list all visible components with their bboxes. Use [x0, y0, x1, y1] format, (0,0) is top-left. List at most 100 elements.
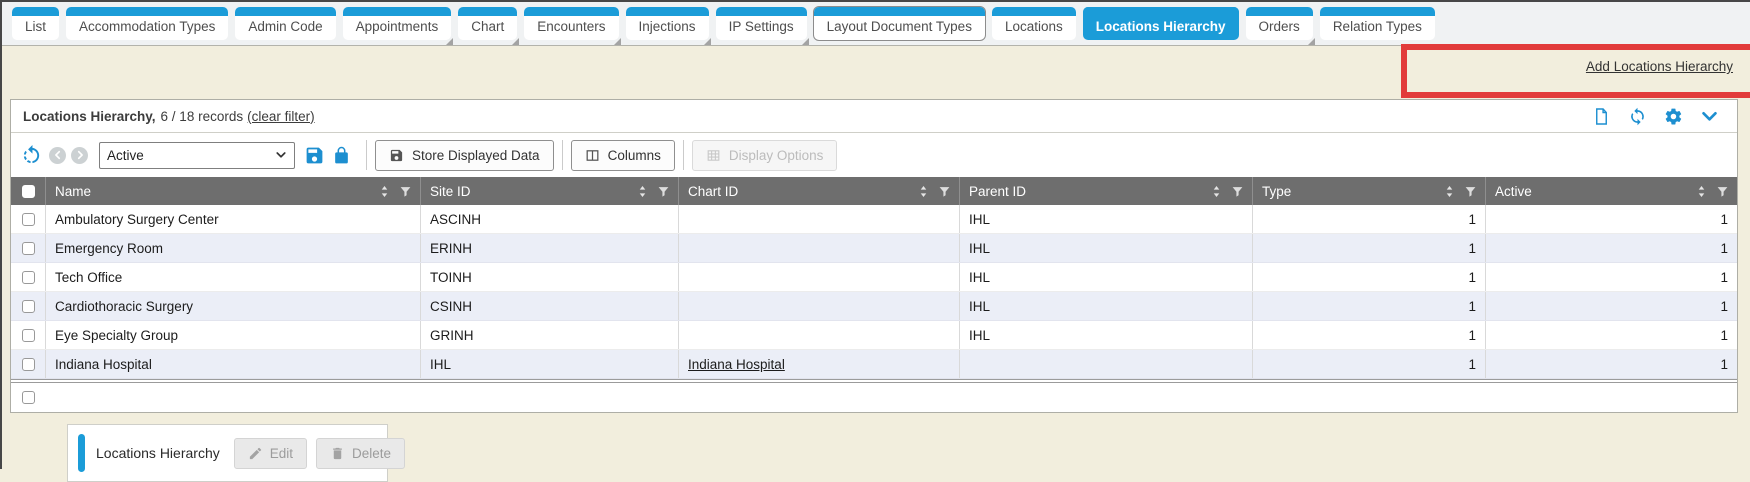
chart-id-link[interactable]: Indiana Hospital: [678, 350, 959, 378]
table-row[interactable]: Indiana Hospital IHL Indiana Hospital 1 …: [11, 350, 1737, 379]
cell-text: IHL: [969, 270, 990, 285]
tab-layout-document-types[interactable]: Layout Document Types: [814, 7, 985, 40]
cell-site-id: TOINH: [420, 263, 678, 291]
edit-button[interactable]: Edit: [234, 438, 307, 469]
cell-active: 1: [1485, 292, 1737, 320]
tab-chart[interactable]: Chart: [458, 7, 517, 40]
row-checkbox[interactable]: [22, 329, 35, 342]
refresh-icon[interactable]: [1628, 107, 1647, 126]
row-checkbox[interactable]: [22, 300, 35, 313]
tab-accommodation-types[interactable]: Accommodation Types: [66, 7, 228, 40]
sort-icon[interactable]: [1211, 185, 1222, 198]
cell-text: 1: [1468, 328, 1476, 343]
delete-button[interactable]: Delete: [316, 438, 405, 469]
cell-chart-id: [678, 234, 959, 262]
locations-hierarchy-grid-panel: Locations Hierarchy, 6 / 18 records (cle…: [10, 99, 1738, 413]
column-header-name[interactable]: Name: [45, 177, 420, 205]
filter-funnel-icon[interactable]: [399, 185, 412, 198]
new-document-icon[interactable]: [1592, 107, 1611, 126]
select-all-checkbox[interactable]: [22, 185, 35, 198]
window-left-border: [0, 0, 2, 469]
row-checkbox-cell: [11, 292, 45, 320]
filter-funnel-icon[interactable]: [1716, 185, 1729, 198]
gear-icon[interactable]: [1664, 107, 1683, 126]
cell-text: Ambulatory Surgery Center: [55, 212, 219, 227]
table-row[interactable]: Eye Specialty Group GRINH IHL 1 1: [11, 321, 1737, 350]
cell-type: 1: [1252, 321, 1485, 349]
clear-filter-link[interactable]: (clear filter): [247, 109, 315, 124]
cell-text: Cardiothoracic Surgery: [55, 299, 193, 314]
tab-list[interactable]: List: [12, 7, 59, 40]
tab-label: Admin Code: [248, 19, 322, 34]
tab-appointments[interactable]: Appointments: [343, 7, 452, 40]
cell-site-id: CSINH: [420, 292, 678, 320]
window-top-border: [0, 0, 1750, 2]
cell-text: IHL: [969, 299, 990, 314]
column-label: Type: [1262, 184, 1444, 199]
tab-encounters[interactable]: Encounters: [524, 7, 618, 40]
tab-admin-code[interactable]: Admin Code: [235, 7, 335, 40]
tab-ip-settings[interactable]: IP Settings: [716, 7, 807, 40]
grid-title: Locations Hierarchy,: [23, 109, 156, 124]
table-row[interactable]: Cardiothoracic Surgery CSINH IHL 1 1: [11, 292, 1737, 321]
cell-site-id: IHL: [420, 350, 678, 378]
chevron-right-icon: [75, 150, 85, 160]
column-header-parent-id[interactable]: Parent ID: [959, 177, 1252, 205]
column-header-active[interactable]: Active: [1485, 177, 1737, 205]
previous-page-button[interactable]: [49, 147, 66, 164]
cell-text: Indiana Hospital: [688, 357, 785, 372]
row-checkbox-cell: [11, 205, 45, 233]
store-displayed-data-label: Store Displayed Data: [412, 148, 540, 163]
cell-text: 1: [1720, 328, 1728, 343]
sort-icon[interactable]: [379, 185, 390, 198]
row-checkbox[interactable]: [22, 242, 35, 255]
filter-funnel-icon[interactable]: [1231, 185, 1244, 198]
table-header-row: Name Site ID Chart ID Parent ID Type Act…: [11, 177, 1737, 205]
column-header-chart-id[interactable]: Chart ID: [678, 177, 959, 205]
row-checkbox[interactable]: [22, 271, 35, 284]
row-checkbox[interactable]: [22, 213, 35, 226]
filter-funnel-icon[interactable]: [657, 185, 670, 198]
cell-text: GRINH: [430, 328, 474, 343]
lock-icon[interactable]: [332, 146, 351, 165]
tab-locations[interactable]: Locations: [992, 7, 1076, 40]
filter-select[interactable]: Active: [99, 142, 295, 169]
cell-type: 1: [1252, 234, 1485, 262]
sort-icon[interactable]: [1444, 185, 1455, 198]
column-header-type[interactable]: Type: [1252, 177, 1485, 205]
tab-locations-hierarchy[interactable]: Locations Hierarchy: [1083, 7, 1239, 40]
store-displayed-data-button[interactable]: Store Displayed Data: [375, 140, 554, 171]
sort-icon[interactable]: [918, 185, 929, 198]
tab-label: List: [25, 19, 46, 34]
tab-label: Locations Hierarchy: [1096, 19, 1226, 34]
footer-checkbox[interactable]: [22, 391, 35, 404]
tab-injections[interactable]: Injections: [626, 7, 709, 40]
chevron-down-icon[interactable]: [1700, 107, 1719, 126]
display-options-button: Display Options: [692, 140, 838, 171]
next-page-button[interactable]: [71, 147, 88, 164]
sort-icon[interactable]: [1696, 185, 1707, 198]
tab-label: IP Settings: [729, 19, 794, 34]
row-checkbox[interactable]: [22, 358, 35, 371]
filter-funnel-icon[interactable]: [1464, 185, 1477, 198]
cell-text: 1: [1720, 299, 1728, 314]
tab-orders[interactable]: Orders: [1246, 7, 1313, 40]
tab-label: Injections: [639, 19, 696, 34]
tab-relation-types[interactable]: Relation Types: [1320, 7, 1435, 40]
save-filter-icon[interactable]: [304, 145, 325, 166]
cell-name: Cardiothoracic Surgery: [45, 292, 420, 320]
column-header-site-id[interactable]: Site ID: [420, 177, 678, 205]
filter-funnel-icon[interactable]: [938, 185, 951, 198]
add-locations-hierarchy-link[interactable]: Add Locations Hierarchy: [1586, 59, 1733, 74]
cell-name: Indiana Hospital: [45, 350, 420, 378]
undo-icon[interactable]: [20, 144, 43, 167]
table-row[interactable]: Tech Office TOINH IHL 1 1: [11, 263, 1737, 292]
columns-button[interactable]: Columns: [571, 140, 675, 171]
table-row[interactable]: Emergency Room ERINH IHL 1 1: [11, 234, 1737, 263]
grid-toolbar: Active Store Displayed Data Columns Disp…: [11, 133, 1737, 177]
cell-parent-id: IHL: [959, 205, 1252, 233]
cell-parent-id: IHL: [959, 292, 1252, 320]
table-grid-icon: [706, 148, 721, 163]
table-row[interactable]: Ambulatory Surgery Center ASCINH IHL 1 1: [11, 205, 1737, 234]
sort-icon[interactable]: [637, 185, 648, 198]
